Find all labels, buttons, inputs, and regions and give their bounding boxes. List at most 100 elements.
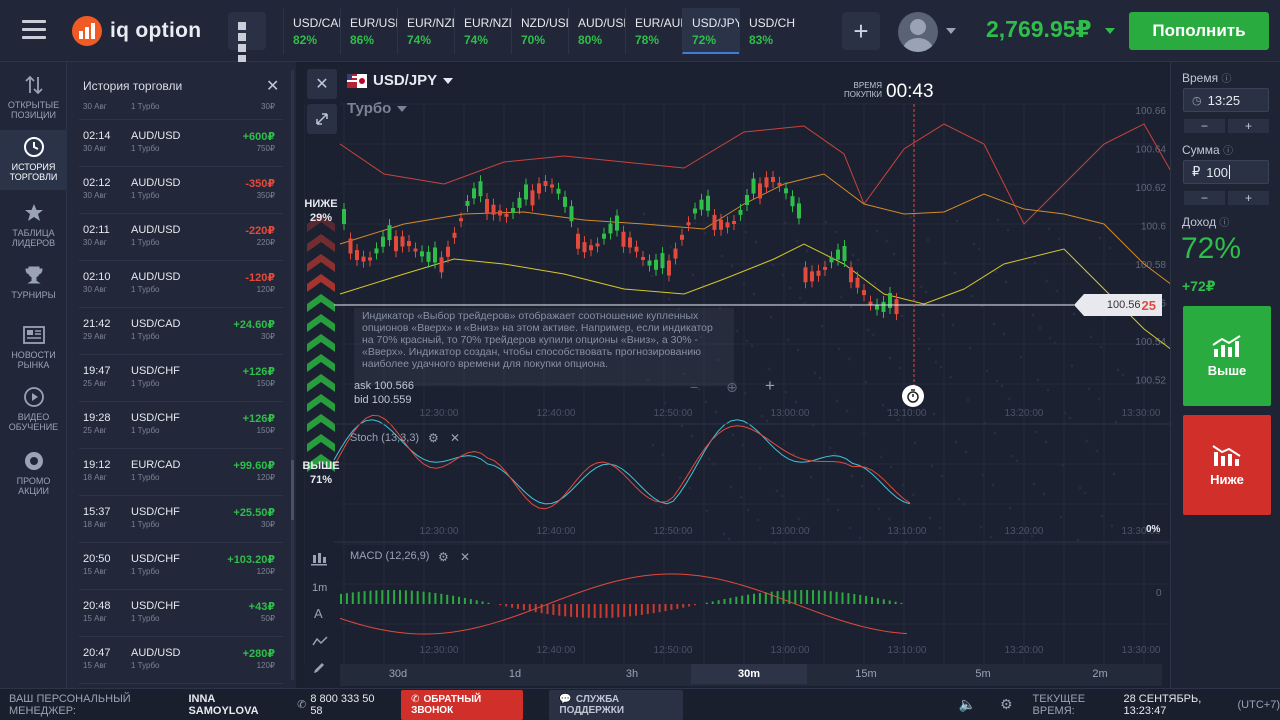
timeframe-3h[interactable]: 3h xyxy=(574,664,690,684)
timeframe-15m[interactable]: 15m xyxy=(808,664,924,684)
draw-text-icon[interactable]: A xyxy=(314,606,323,621)
nav-item-5[interactable]: ВИДЕО ОБУЧЕНИЕ xyxy=(0,380,67,440)
history-row[interactable]: 02:14 30 Авг AUD/USD 1 Турбо +600₽ 750₽ xyxy=(79,120,283,167)
history-row[interactable]: 02:11 30 Авг AUD/USD 1 Турбо -220₽ 220₽ xyxy=(79,214,283,261)
gear-icon[interactable]: ⚙ xyxy=(1000,696,1013,713)
timeframe-1d[interactable]: 1d xyxy=(457,664,573,684)
chart-type-icon[interactable] xyxy=(311,552,331,570)
x-tick: 12:40:00 xyxy=(537,408,576,419)
chevron-down-icon[interactable] xyxy=(946,28,956,34)
phone-icon: ✆ xyxy=(411,693,420,705)
asset-tab-5[interactable]: AUD/USD80% xyxy=(568,8,625,54)
timer-icon xyxy=(902,385,924,407)
nav-item-4[interactable]: НОВОСТИ РЫНКА xyxy=(0,318,67,378)
target-icon[interactable]: ⊕ xyxy=(722,379,742,397)
macd-label: MACD (12,26,9) xyxy=(350,550,430,562)
sum-plus-button[interactable]: + xyxy=(1227,190,1270,206)
history-row[interactable]: 20:50 15 Авг USD/CHF 1 Турбо +103.20₽ 120₽ xyxy=(79,543,283,590)
stoch-zero-label: 0% xyxy=(1146,524,1161,535)
balance-chevron-icon[interactable] xyxy=(1105,28,1115,34)
history-scrollbar[interactable] xyxy=(291,70,294,680)
list-item-partial[interactable]: 30 Авг 1 Турбо 30₽ xyxy=(79,102,283,120)
logo-text: iq option xyxy=(110,19,202,42)
macd-zero-label: 0 xyxy=(1156,588,1162,599)
chat-icon: 💬 xyxy=(559,693,572,705)
history-row[interactable]: 21:42 29 Авг USD/CAD 1 Турбо +24.60₽ 30₽ xyxy=(79,308,283,355)
stoch-settings-icon[interactable]: ⚙ xyxy=(428,431,439,445)
nav-item-0[interactable]: ОТКРЫТЫЕ ПОЗИЦИИ xyxy=(0,68,67,128)
traders-higher: ВЫШЕ 71% xyxy=(302,460,340,486)
balance[interactable]: 2,769.95₽ xyxy=(986,16,1092,43)
avatar[interactable] xyxy=(898,12,938,52)
x-tick: 13:30:00 xyxy=(1122,645,1161,656)
amount-input[interactable]: ₽100 xyxy=(1183,160,1269,184)
history-row[interactable]: 19:28 25 Авг USD/CHF 1 Турбо +126₽ 150₽ xyxy=(79,402,283,449)
stoch-close-icon[interactable]: ✕ xyxy=(450,431,460,445)
indicators-icon[interactable] xyxy=(312,634,328,652)
purchase-label: ВРЕМЯ ПОКУПКИ xyxy=(844,81,882,99)
timeframe-30d[interactable]: 30d xyxy=(340,664,456,684)
asset-tab-8[interactable]: USD/CHF83% xyxy=(739,8,796,54)
asset-tab-6[interactable]: EUR/AUD78% xyxy=(625,8,682,54)
asset-tab-1[interactable]: EUR/USD86% xyxy=(340,8,397,54)
history-row[interactable]: 02:12 30 Авг AUD/USD 1 Турбо -350₽ 350₽ xyxy=(79,167,283,214)
deposit-button[interactable]: Пополнить xyxy=(1129,12,1269,50)
timezone: (UTC+7) xyxy=(1237,698,1280,711)
sum-minus-button[interactable]: − xyxy=(1183,190,1226,206)
time-minus-button[interactable]: − xyxy=(1183,118,1226,134)
info-icon[interactable]: ⓘ xyxy=(1223,146,1233,157)
history-row[interactable]: 15:37 18 Авг USD/CHF 1 Турбо +25.50₽ 30₽ xyxy=(79,496,283,543)
timeframe-30m[interactable]: 30m xyxy=(691,664,807,684)
asset-tab-2[interactable]: EUR/NZD74% xyxy=(397,8,454,54)
asset-name: USD/JPY xyxy=(373,72,438,89)
expiry-time-field[interactable]: ◷ 13:25 xyxy=(1183,88,1269,112)
history-row[interactable]: 02:10 30 Авг AUD/USD 1 Турбо -120₽ 120₽ xyxy=(79,261,283,308)
lower-button[interactable]: Ниже xyxy=(1183,415,1271,515)
history-row[interactable]: 20:48 15 Авг USD/CHF 1 Турбо +43₽ 50₽ xyxy=(79,590,283,637)
asset-selector[interactable]: USD/JPY xyxy=(347,72,454,89)
collapse-icon[interactable] xyxy=(307,104,337,134)
nav-item-2[interactable]: ТАБЛИЦА ЛИДЕРОВ xyxy=(0,196,67,256)
callback-button[interactable]: ✆ ОБРАТНЫЙ ЗВОНОК xyxy=(401,689,524,720)
nav-item-3[interactable]: ТУРНИРЫ xyxy=(0,258,67,318)
support-button[interactable]: 💬 СЛУЖБА ПОДДЕРЖКИ xyxy=(549,689,683,720)
video-icon xyxy=(0,384,67,410)
menu-icon[interactable] xyxy=(22,20,46,40)
macd-close-icon[interactable]: ✕ xyxy=(460,550,470,564)
time-plus-button[interactable]: + xyxy=(1227,118,1270,134)
nav-item-1[interactable]: ИСТОРИЯ ТОРГОВЛИ xyxy=(0,130,67,190)
zoom-in-icon[interactable]: + xyxy=(758,376,782,398)
timeframe-2m[interactable]: 2m xyxy=(1042,664,1158,684)
x-tick: 12:40:00 xyxy=(537,526,576,537)
close-icon[interactable]: ✕ xyxy=(266,76,279,96)
flag-icon xyxy=(347,73,367,88)
sound-icon[interactable]: 🔈 xyxy=(959,696,976,713)
assets-grid-button[interactable] xyxy=(228,12,266,63)
higher-button[interactable]: Выше xyxy=(1183,306,1271,406)
x-tick: 12:30:00 xyxy=(420,645,459,656)
phone-number[interactable]: 8 800 333 50 58 xyxy=(310,693,381,717)
mode-selector[interactable]: Турбо xyxy=(347,100,408,117)
y-tick: 100.66 xyxy=(1135,106,1166,117)
history-row[interactable]: 20:47 15 Авг AUD/USD 1 Турбо +280₽ 120₽ xyxy=(79,637,283,684)
history-row[interactable]: 19:12 18 Авг EUR/CAD 1 Турбо +99.60₽ 120₽ xyxy=(79,449,283,496)
interval-selector[interactable]: 1m xyxy=(312,582,327,594)
x-tick: 12:50:00 xyxy=(654,408,693,419)
close-chart-button[interactable]: ✕ xyxy=(307,69,337,99)
y-tick: 100.62 xyxy=(1135,183,1166,194)
history-row[interactable]: 19:47 25 Авг USD/CHF 1 Турбо +126₽ 150₽ xyxy=(79,355,283,402)
info-icon[interactable]: ⓘ xyxy=(1221,74,1231,85)
asset-tab-7[interactable]: USD/JPY 72% xyxy=(682,8,739,54)
add-asset-button[interactable]: + xyxy=(842,12,880,50)
macd-settings-icon[interactable]: ⚙ xyxy=(438,550,449,564)
zoom-out-icon[interactable]: − xyxy=(682,379,706,397)
pencil-icon[interactable] xyxy=(312,661,326,680)
asset-tab-4[interactable]: NZD/USD70% xyxy=(511,8,568,54)
manager-name[interactable]: INNA SAMOYLOVA xyxy=(188,693,277,717)
info-icon[interactable]: ⓘ xyxy=(1219,218,1229,229)
timeframe-bar: 30d 1d 3h 30m 15m 5m 2m xyxy=(340,664,1162,686)
nav-item-6[interactable]: ПРОМО АКЦИИ xyxy=(0,444,67,504)
asset-tab-0[interactable]: USD/CAD82% xyxy=(283,8,340,54)
asset-tab-3[interactable]: EUR/NZD74% xyxy=(454,8,511,54)
timeframe-5m[interactable]: 5m xyxy=(925,664,1041,684)
